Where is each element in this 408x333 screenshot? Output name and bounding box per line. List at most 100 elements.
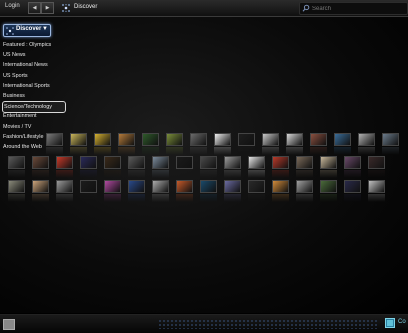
- menu-item[interactable]: Around the Web: [2, 142, 42, 152]
- thumbnail[interactable]: [128, 180, 145, 193]
- thumbnail-reflection: [344, 170, 361, 178]
- thumbnail[interactable]: [296, 180, 313, 193]
- thumbnail[interactable]: [286, 133, 303, 146]
- thumbnail[interactable]: [200, 156, 217, 169]
- category-icon[interactable]: [385, 318, 395, 328]
- thumbnail[interactable]: [118, 133, 135, 146]
- thumbnail-reflection: [224, 194, 241, 202]
- thumbnail-reflection: [152, 170, 169, 178]
- thumbnail[interactable]: [80, 180, 97, 193]
- thumbnail[interactable]: [152, 156, 169, 169]
- thumbnail-reflection: [190, 147, 207, 155]
- thumbnail-reflection: [8, 194, 25, 202]
- thumbnail[interactable]: [8, 156, 25, 169]
- thumbnail[interactable]: [200, 180, 217, 193]
- discover-logo-icon: [62, 4, 70, 12]
- thumbnail[interactable]: [142, 133, 159, 146]
- thumbnail[interactable]: [382, 133, 399, 146]
- thumbnail[interactable]: [46, 133, 63, 146]
- thumbnail-reflection: [32, 194, 49, 202]
- thumbnail[interactable]: [224, 180, 241, 193]
- thumbnail-reflection: [152, 194, 169, 202]
- forward-button[interactable]: ▶: [41, 2, 54, 14]
- category-label[interactable]: Co: [398, 319, 406, 325]
- thumbnail[interactable]: [56, 180, 73, 193]
- thumbnail[interactable]: [224, 156, 241, 169]
- search-icon: [302, 4, 310, 12]
- thumbnail[interactable]: [104, 156, 121, 169]
- thumbnail-reflection: [358, 147, 375, 155]
- discover-dropdown-button[interactable]: Discover ▼: [3, 24, 51, 37]
- thumbnail[interactable]: [80, 156, 97, 169]
- thumbnail[interactable]: [368, 156, 385, 169]
- thumbnail[interactable]: [32, 180, 49, 193]
- thumbnail[interactable]: [368, 180, 385, 193]
- window-icon[interactable]: [3, 319, 15, 330]
- thumbnail-reflection: [238, 147, 255, 155]
- thumbnail[interactable]: [190, 133, 207, 146]
- page-title: Discover: [74, 3, 98, 10]
- menu-item[interactable]: Fashion/Lifestyle: [2, 132, 43, 142]
- menu-item[interactable]: Entertainment: [2, 111, 37, 121]
- thumbnail-reflection: [176, 170, 193, 178]
- discover-button-label: Discover: [16, 26, 42, 32]
- thumbnail[interactable]: [272, 180, 289, 193]
- thumbnail[interactable]: [344, 156, 361, 169]
- thumbnail[interactable]: [238, 133, 255, 146]
- thumbnail-reflection: [166, 147, 183, 155]
- thumbnail[interactable]: [296, 156, 313, 169]
- thumbnail-reflection: [296, 170, 313, 178]
- bottom-bar: Co: [0, 314, 408, 333]
- menu-item[interactable]: Business: [2, 91, 25, 101]
- thumbnail[interactable]: [358, 133, 375, 146]
- thumbnail[interactable]: [214, 133, 231, 146]
- thumbnail[interactable]: [70, 133, 87, 146]
- thumbnail-reflection: [80, 170, 97, 178]
- thumbnail[interactable]: [104, 180, 121, 193]
- thumbnail-reflection: [104, 194, 121, 202]
- thumbnail[interactable]: [262, 133, 279, 146]
- menu-item[interactable]: US News: [2, 50, 25, 60]
- thumbnail[interactable]: [344, 180, 361, 193]
- thumbnail-reflection: [32, 170, 49, 178]
- thumbnail[interactable]: [334, 133, 351, 146]
- thumbnail[interactable]: [320, 156, 337, 169]
- thumbnail[interactable]: [176, 156, 193, 169]
- menu-item[interactable]: Movies / TV: [2, 122, 31, 132]
- thumbnail-reflection: [176, 194, 193, 202]
- thumbnail[interactable]: [320, 180, 337, 193]
- search-input[interactable]: [312, 3, 404, 14]
- thumbnail[interactable]: [310, 133, 327, 146]
- thumbnail[interactable]: [272, 156, 289, 169]
- thumbnail[interactable]: [94, 133, 111, 146]
- menu-item[interactable]: US Sports: [2, 71, 28, 81]
- thumbnail-reflection: [248, 170, 265, 178]
- thumbnail[interactable]: [56, 156, 73, 169]
- menu-item[interactable]: International Sports: [2, 81, 50, 91]
- thumbnail-reflection: [56, 170, 73, 178]
- top-toolbar: Login ◀ ▶ Discover: [0, 0, 408, 17]
- thumbnail-reflection: [214, 147, 231, 155]
- thumbnail[interactable]: [248, 156, 265, 169]
- thumbnail-reflection: [320, 194, 337, 202]
- thumbnail[interactable]: [32, 156, 49, 169]
- thumbnail[interactable]: [128, 156, 145, 169]
- thumbnail[interactable]: [152, 180, 169, 193]
- search-box[interactable]: [299, 2, 408, 15]
- discover-logo-icon: [6, 26, 14, 35]
- thumbnail[interactable]: [166, 133, 183, 146]
- thumbnail-reflection: [128, 170, 145, 178]
- back-button[interactable]: ◀: [28, 2, 41, 14]
- thumbnail-reflection: [310, 147, 327, 155]
- thumbnail-reflection: [320, 170, 337, 178]
- thumbnail[interactable]: [248, 180, 265, 193]
- menu-item[interactable]: International News: [2, 60, 48, 70]
- thumbnail[interactable]: [176, 180, 193, 193]
- thumbnail-reflection: [296, 194, 313, 202]
- thumbnail-reflection: [286, 147, 303, 155]
- thumbnail[interactable]: [8, 180, 25, 193]
- thumbnail-reflection: [334, 147, 351, 155]
- menu-item[interactable]: Featured : Olympics: [2, 40, 51, 50]
- login-link[interactable]: Login: [5, 3, 20, 9]
- thumbnail-reflection: [224, 170, 241, 178]
